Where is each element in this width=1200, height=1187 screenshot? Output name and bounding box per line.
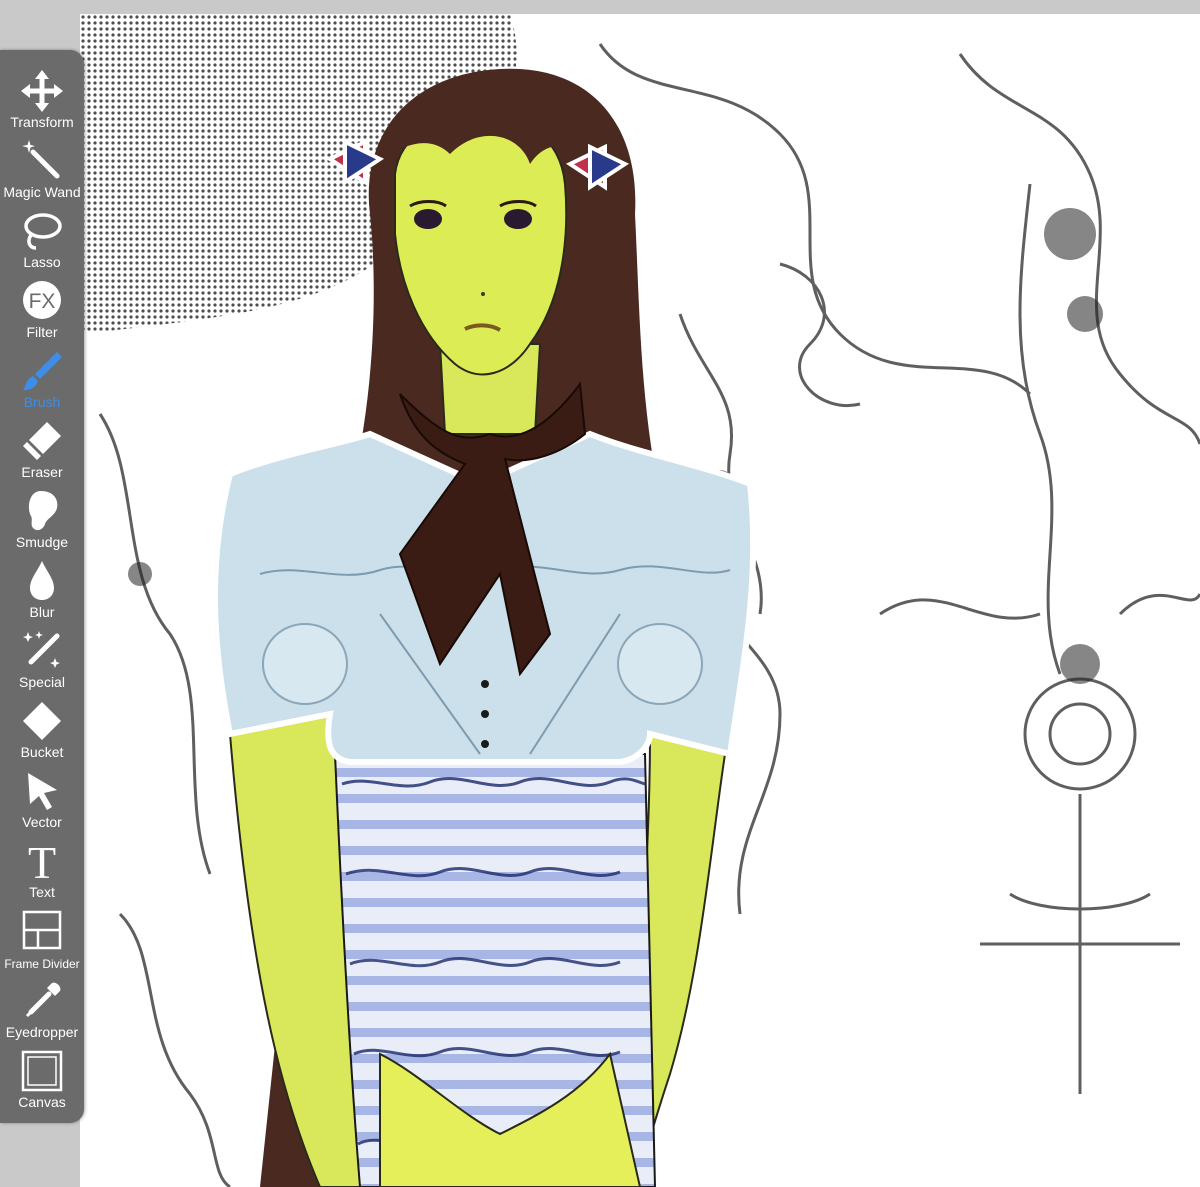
tool-brush[interactable]: Brush xyxy=(0,344,84,414)
smudge-finger-icon xyxy=(19,488,65,534)
artwork xyxy=(80,14,1200,1187)
svg-text:T: T xyxy=(28,838,56,884)
tool-smudge[interactable]: Smudge xyxy=(0,484,84,554)
eyedropper-icon xyxy=(19,978,65,1024)
tool-label: Smudge xyxy=(15,534,69,550)
tool-text[interactable]: T Text xyxy=(0,834,84,904)
frame-divider-icon xyxy=(19,908,65,954)
tool-palette: Transform Magic Wand Lasso FX Filter Bru… xyxy=(0,50,84,1123)
vector-cursor-icon xyxy=(19,768,65,814)
tool-label: Filter xyxy=(26,324,58,340)
tool-eraser[interactable]: Eraser xyxy=(0,414,84,484)
tool-lasso[interactable]: Lasso xyxy=(0,204,84,274)
tool-filter[interactable]: FX Filter xyxy=(0,274,84,344)
tool-transform[interactable]: Transform xyxy=(0,64,84,134)
paint-bucket-icon xyxy=(19,698,65,744)
tool-label: Special xyxy=(19,674,65,690)
magic-wand-icon xyxy=(19,138,65,184)
svg-text:FX: FX xyxy=(29,290,56,313)
tool-label: Lasso xyxy=(23,254,61,270)
tool-bucket[interactable]: Bucket xyxy=(0,694,84,764)
tool-label: Text xyxy=(29,884,55,900)
tool-label: Brush xyxy=(23,394,61,410)
canvas-square-icon xyxy=(19,1048,65,1094)
tool-label: Eyedropper xyxy=(5,1024,79,1040)
tool-magic-wand[interactable]: Magic Wand xyxy=(0,134,84,204)
droplet-icon xyxy=(19,558,65,604)
fx-filter-icon: FX xyxy=(19,278,65,324)
tool-vector[interactable]: Vector xyxy=(0,764,84,834)
eraser-icon xyxy=(19,418,65,464)
tool-label: Vector xyxy=(22,814,62,830)
tool-special[interactable]: Special xyxy=(0,624,84,694)
drawing-canvas[interactable] xyxy=(80,14,1200,1187)
tool-label: Transform xyxy=(10,114,74,130)
tool-label: Frame Divider xyxy=(4,957,80,971)
tool-eyedropper[interactable]: Eyedropper xyxy=(0,974,84,1044)
tool-label: Eraser xyxy=(21,464,63,480)
tool-frame-divider[interactable]: Frame Divider xyxy=(0,904,84,974)
brush-icon xyxy=(19,348,65,394)
tool-label: Canvas xyxy=(18,1094,66,1110)
tool-blur[interactable]: Blur xyxy=(0,554,84,624)
tool-label: Blur xyxy=(29,604,55,620)
text-t-icon: T xyxy=(19,838,65,884)
tool-label: Bucket xyxy=(20,744,64,760)
lasso-icon xyxy=(19,208,65,254)
move-arrows-icon xyxy=(19,68,65,114)
tool-label: Magic Wand xyxy=(3,184,81,200)
tool-canvas[interactable]: Canvas xyxy=(0,1044,84,1114)
sparkle-pen-icon xyxy=(19,628,65,674)
